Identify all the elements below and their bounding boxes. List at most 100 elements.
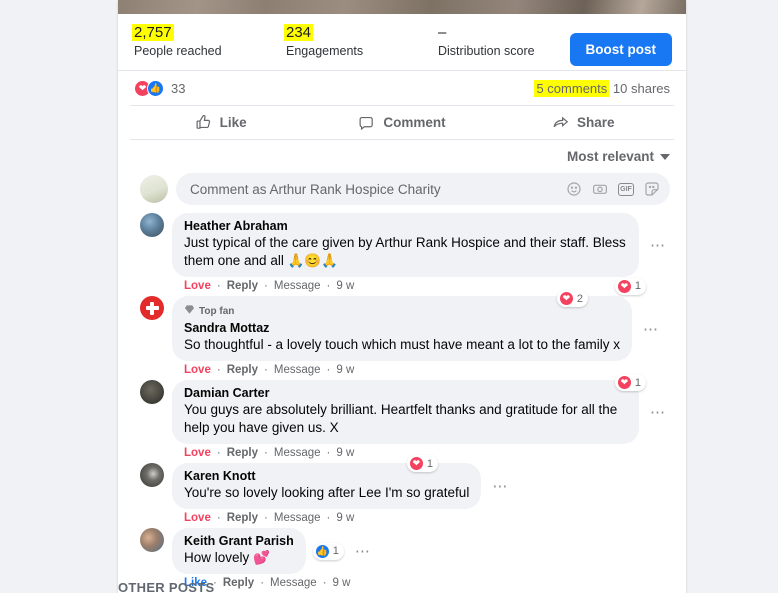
comment-body: Heather Abraham Just typical of the care… <box>172 213 670 295</box>
boost-post-button[interactable]: Boost post <box>569 33 672 66</box>
comment-author-name[interactable]: Keith Grant Parish <box>184 534 294 549</box>
comment-bubble: Heather Abraham Just typical of the care… <box>172 213 639 277</box>
stat-people-reached: 2,757 People reached <box>132 24 284 58</box>
sticker-icon[interactable] <box>644 181 660 197</box>
comment-reply-action[interactable]: Reply <box>227 447 258 459</box>
comment-bubble-row: Keith Grant Parish How lovely 💕 👍 1 ⋯ <box>172 528 670 574</box>
love-reaction-icon: ❤ <box>616 278 632 294</box>
separator: · <box>326 512 331 524</box>
comment-reaction-pill[interactable]: 👍 1 <box>312 542 344 560</box>
comment-message-action[interactable]: Message <box>274 364 321 376</box>
comment-body: Top fan Sandra Mottaz So thoughtful - a … <box>172 290 670 376</box>
comment-footer: Love · Reply · Message · 9 w ❤ 2 <box>172 290 670 376</box>
comment-sort-row: Most relevant <box>118 140 686 170</box>
avatar[interactable] <box>140 213 164 237</box>
comment-bubble: Keith Grant Parish How lovely 💕 <box>172 528 306 574</box>
stat-value-distribution-score: – <box>438 24 447 41</box>
insights-row: 2,757 People reached 234 Engagements – D… <box>118 14 686 71</box>
comment-react-action[interactable]: Love <box>184 280 211 292</box>
avatar[interactable] <box>140 380 164 404</box>
separator: · <box>260 577 265 589</box>
comment-reply-action[interactable]: Reply <box>227 280 258 292</box>
comment-sort-label: Most relevant <box>566 149 654 164</box>
comment-bubble-row: Damian Carter You guys are absolutely br… <box>172 380 670 444</box>
like-button[interactable]: Like <box>130 106 311 139</box>
like-button-label: Like <box>219 115 247 130</box>
camera-icon[interactable] <box>592 181 608 197</box>
stat-label-people-reached: People reached <box>134 44 222 58</box>
page-root: 2,757 People reached 234 Engagements – D… <box>0 0 778 593</box>
comment-author-name[interactable]: Sandra Mottaz <box>184 321 620 336</box>
comment-reply-action[interactable]: Reply <box>227 512 258 524</box>
comment-reaction-pill[interactable]: ❤ 1 <box>614 277 646 295</box>
comment-text: You guys are absolutely brilliant. Heart… <box>184 402 618 435</box>
separator: · <box>264 447 268 459</box>
post-insights-card: 2,757 People reached 234 Engagements – D… <box>118 0 686 593</box>
separator: · <box>264 512 268 524</box>
comment-react-action[interactable]: Love <box>184 512 211 524</box>
comment-message-action[interactable]: Message <box>270 577 317 589</box>
comment-author-name[interactable]: Heather Abraham <box>184 219 627 234</box>
comment-reaction-count: 1 <box>634 280 641 292</box>
love-reaction-icon: ❤ <box>408 456 424 471</box>
cross-icon <box>145 301 159 315</box>
comment-options-icon[interactable]: ⋯ <box>488 477 512 495</box>
comment-input-box[interactable]: Comment as Arthur Rank Hospice Charity G <box>176 173 670 205</box>
comment-message-action[interactable]: Message <box>274 447 321 459</box>
comment-item: Karen Knott You're so lovely looking aft… <box>140 455 670 524</box>
top-fan-badge: Top fan <box>184 302 620 320</box>
stat-value-engagements: 234 <box>284 24 314 41</box>
comment-author-name[interactable]: Damian Carter <box>184 386 627 401</box>
avatar[interactable] <box>140 528 164 552</box>
comment-timestamp: 9 w <box>336 280 355 292</box>
comment-sort-dropdown[interactable]: Most relevant <box>567 149 670 164</box>
shares-count-label[interactable]: 10 shares <box>613 81 670 96</box>
comment-message-action[interactable]: Message <box>274 512 321 524</box>
separator: · <box>326 364 331 376</box>
avatar[interactable] <box>140 296 164 320</box>
comment-text: How lovely 💕 <box>184 550 270 565</box>
comment-item: Top fan Sandra Mottaz So thoughtful - a … <box>140 290 670 376</box>
comment-options-icon[interactable]: ⋯ <box>646 236 670 254</box>
post-photo-strip <box>118 0 686 14</box>
reaction-summary-row: ❤ 👍 33 5 comments 10 shares <box>118 71 686 105</box>
thumbs-up-icon <box>195 114 212 131</box>
separator: · <box>216 280 221 292</box>
separator: · <box>264 280 268 292</box>
comment-reaction-pill[interactable]: ❤ 2 <box>556 290 588 307</box>
comment-footer: Like · Reply · Message · 9 w <box>172 574 670 589</box>
comment-item: Heather Abraham Just typical of the care… <box>140 213 670 295</box>
stat-value-people-reached: 2,757 <box>132 24 174 41</box>
comment-reaction-pill[interactable]: ❤ 1 <box>406 455 438 472</box>
comment-options-icon[interactable]: ⋯ <box>639 320 663 338</box>
separator: · <box>216 512 221 524</box>
comment-reaction-pill[interactable]: ❤ 1 <box>614 374 646 391</box>
comment-react-action[interactable]: Love <box>184 364 211 376</box>
thumbs-up-reaction-icon: 👍 <box>314 543 330 559</box>
comment-input-placeholder[interactable]: Comment as Arthur Rank Hospice Charity <box>190 182 566 197</box>
reaction-icon-group[interactable]: ❤ 👍 <box>134 80 164 97</box>
comment-timestamp: 9 w <box>332 577 351 589</box>
comment-options-icon[interactable]: ⋯ <box>351 542 375 560</box>
comment-timestamp: 9 w <box>336 447 355 459</box>
comment-reply-action[interactable]: Reply <box>227 364 258 376</box>
comments-list: Heather Abraham Just typical of the care… <box>118 213 686 593</box>
comment-body: Damian Carter You guys are absolutely br… <box>172 374 670 459</box>
comment-text: Just typical of the care given by Arthur… <box>184 235 626 268</box>
comment-react-action[interactable]: Love <box>184 447 211 459</box>
comment-button[interactable]: Comment <box>311 106 492 139</box>
comment-options-icon[interactable]: ⋯ <box>646 403 670 421</box>
comment-reply-action[interactable]: Reply <box>223 577 254 589</box>
avatar[interactable] <box>140 463 164 487</box>
gif-icon[interactable]: GIF <box>618 182 634 196</box>
share-button[interactable]: Share <box>493 106 674 139</box>
reaction-count: 33 <box>171 81 186 96</box>
comment-composer: Comment as Arthur Rank Hospice Charity G <box>118 170 686 213</box>
comment-text: So thoughtful - a lovely touch which mus… <box>184 337 620 352</box>
share-arrow-icon <box>552 114 569 131</box>
emoji-icon[interactable] <box>566 181 582 197</box>
comment-item: Keith Grant Parish How lovely 💕 👍 1 ⋯ Li… <box>140 528 670 589</box>
comment-message-action[interactable]: Message <box>274 280 321 292</box>
other-posts-heading: OTHER POSTS <box>118 580 215 593</box>
comments-count-link[interactable]: 5 comments <box>534 80 610 97</box>
